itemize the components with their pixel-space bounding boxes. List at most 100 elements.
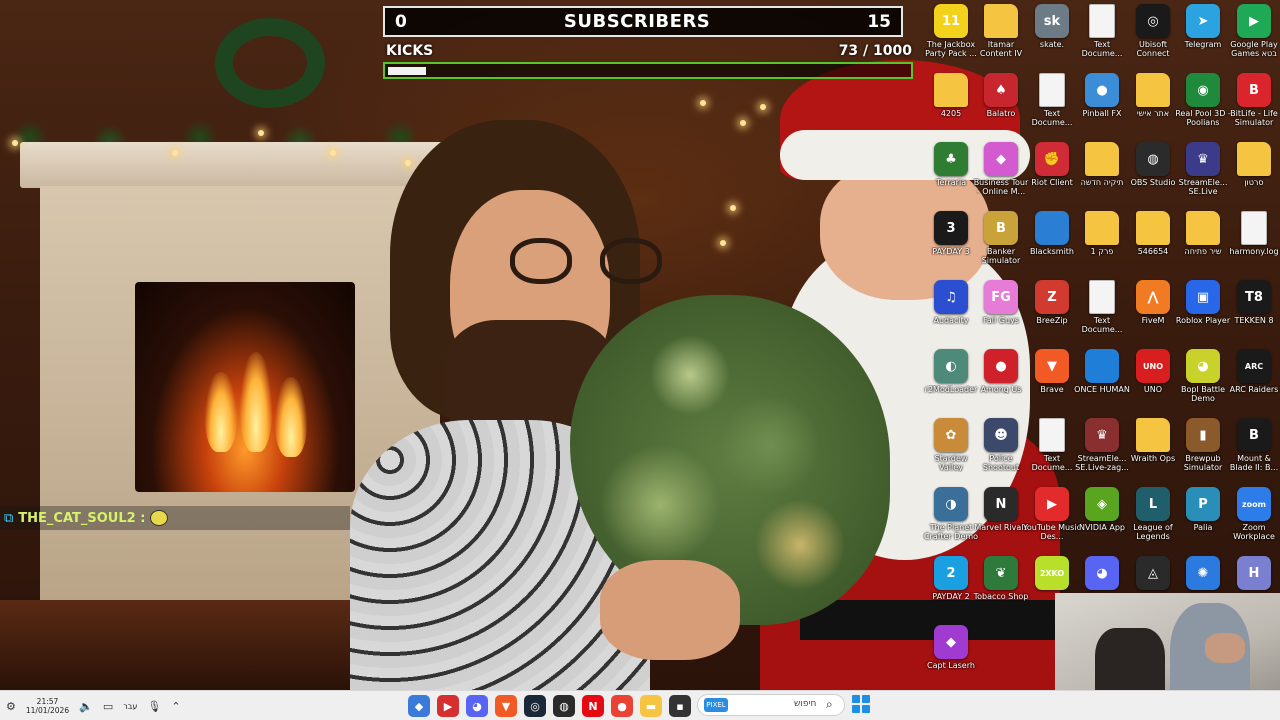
desktop-icon[interactable]: ♛ StreamEle... SE.Live-zag... <box>1075 416 1129 485</box>
chrome-icon[interactable]: ● <box>611 695 633 717</box>
language-indicator[interactable]: עבר <box>123 702 137 711</box>
desktop-icon[interactable]: ◈ NVIDIA App <box>1077 485 1127 554</box>
desktop-icon[interactable]: ☻ Police Shootout <box>976 416 1026 485</box>
file-explorer-icon[interactable]: ▬ <box>640 695 662 717</box>
desktop-icon[interactable]: ♛ StreamEle... SE.Live <box>1178 140 1228 209</box>
discord-icon[interactable]: ◕ <box>466 695 488 717</box>
start-button[interactable] <box>852 695 870 713</box>
desktop-icon[interactable]: N Marvel Rivals <box>974 485 1028 554</box>
desktop-icon-label: Balatro <box>986 109 1016 118</box>
settings-icon[interactable]: ⚙ <box>6 700 16 713</box>
kicks-current: 73 <box>838 43 859 59</box>
desktop-icon[interactable]: 4205 <box>926 71 976 140</box>
desktop-icon[interactable]: UNO UNO <box>1128 347 1178 416</box>
tekken-icon: T8 <box>1237 280 1271 314</box>
desktop-icon[interactable]: ● Pinball FX <box>1077 71 1127 140</box>
taskbar-search-input[interactable]: PIXEL חיפוש ⌕ <box>697 694 845 716</box>
desktop-icon[interactable]: FG Fall Guys <box>976 278 1026 347</box>
subscriber-goal-value: 15 <box>867 11 891 32</box>
desktop-icon-label: Roblox Player <box>1175 316 1231 325</box>
desktop-icon[interactable]: ♠ Balatro <box>976 71 1026 140</box>
desktop-icon[interactable]: 546654 <box>1128 209 1178 278</box>
search-highlight-icon: PIXEL <box>704 698 728 712</box>
desktop-icon[interactable]: B Mount & Blade II: B... <box>1229 416 1279 485</box>
app-icon: ✺ <box>1186 556 1220 590</box>
flame <box>275 377 307 457</box>
desktop-icon[interactable]: zoom Zoom Workplace <box>1229 485 1279 554</box>
desktop-icon[interactable]: ❦ Tobacco Shop <box>974 554 1028 623</box>
desktop-icon[interactable]: T8 TEKKEN 8 <box>1229 278 1279 347</box>
desktop-icon[interactable]: ◍ OBS Studio <box>1128 140 1178 209</box>
desktop-icon[interactable]: סרטון <box>1229 140 1279 209</box>
desktop-icon[interactable]: 1 פרק <box>1077 209 1127 278</box>
desktop-icon[interactable]: B Banker Simulator <box>976 209 1026 278</box>
desktop-icon[interactable]: תיקיה חדשה <box>1077 140 1127 209</box>
jackbox-icon: 11 <box>934 4 968 38</box>
desktop-icon[interactable]: ◐ r2ModLoader <box>925 347 977 416</box>
desktop-icon[interactable]: ◆ Business Tour - Online M... <box>974 140 1028 209</box>
desktop-icon[interactable]: ▶ YouTube Music Des... <box>1023 485 1081 554</box>
desktop-icon[interactable]: ◕ Bopl Battle Demo <box>1178 347 1228 416</box>
desktop-icon[interactable]: ✿ Stardew Valley <box>926 416 976 485</box>
desktop-icon[interactable]: Itamar Content IV <box>976 2 1026 71</box>
network-icon[interactable]: ▭ <box>103 700 113 713</box>
log-file-icon <box>1241 211 1267 245</box>
chevron-up-icon[interactable]: ⌃ <box>171 700 180 713</box>
desktop-icon[interactable]: ✊ Riot Client <box>1027 140 1077 209</box>
desktop-icon[interactable]: ▼ Brave <box>1027 347 1077 416</box>
desktop-icon-label: Police Shootout <box>982 454 1020 472</box>
desktop-icon[interactable]: 11 The Jackbox Party Pack ... <box>925 2 977 71</box>
desktop-icon[interactable]: ▶ Google Play Games בטא <box>1229 2 1279 71</box>
copilot-icon[interactable]: ◆ <box>408 695 430 717</box>
volume-icon[interactable]: 🔈 <box>79 700 93 713</box>
desktop-icon[interactable]: Wraith Ops <box>1128 416 1178 485</box>
desktop-icon-label: Palia <box>1193 523 1213 532</box>
desktop-icon[interactable]: ◎ Ubisoft Connect <box>1128 2 1178 71</box>
kicks-progress-bar <box>383 62 913 79</box>
desktop-icon[interactable]: 3 PAYDAY 3 <box>926 209 976 278</box>
steam-icon[interactable]: ◎ <box>524 695 546 717</box>
desktop-icon[interactable]: harmony.log <box>1229 209 1279 278</box>
media-player-icon[interactable]: ▶ <box>437 695 459 717</box>
desktop-icon[interactable]: ▮ Brewpub Simulator <box>1178 416 1228 485</box>
desktop-icon[interactable]: אתר אישי <box>1128 71 1178 140</box>
zoom-icon: zoom <box>1237 487 1271 521</box>
desktop-icon-label: NVIDIA App <box>1079 523 1125 532</box>
desktop-icon[interactable]: sk skate. <box>1027 2 1077 71</box>
obs-icon[interactable]: ◍ <box>553 695 575 717</box>
desktop-icon[interactable]: B BitLife - Life Simulator <box>1229 71 1279 140</box>
desktop-icon[interactable]: ♣ Terraria <box>926 140 976 209</box>
desktop-icon[interactable]: ⋀ FiveM <box>1128 278 1178 347</box>
desktop-icon[interactable]: L League of Legends <box>1128 485 1178 554</box>
desktop-icon[interactable]: P Palia <box>1178 485 1228 554</box>
folder-icon <box>1136 73 1170 107</box>
desktop-icon[interactable]: ♫ Audacity <box>926 278 976 347</box>
desktop-icon[interactable]: Z BreeZip <box>1027 278 1077 347</box>
desktop-icon[interactable]: שיר פתיחה <box>1178 209 1228 278</box>
desktop-icon-label: Brewpub Simulator <box>1183 454 1223 472</box>
microphone-icon[interactable]: 🎙 <box>147 700 161 713</box>
desktop-icon[interactable]: ➤ Telegram <box>1178 2 1228 71</box>
desktop-icon[interactable]: ◑ The Planet Crafter Demo <box>924 485 978 554</box>
terminal-icon[interactable]: ▪ <box>669 695 691 717</box>
taskbar: ⚙ 21:57 11/01/2026 🔈 ▭ עבר 🎙 ⌃ ◆ ▶ ◕ ▼ ◎ ◍ N ● ▬… <box>0 690 1280 720</box>
desktop-icon-label: 1 פרק <box>1090 247 1114 256</box>
brave-icon[interactable]: ▼ <box>495 695 517 717</box>
taskbar-clock[interactable]: 21:57 11/01/2026 <box>26 697 69 715</box>
desktop-icon[interactable]: Text Docume... <box>1077 2 1127 71</box>
desktop-icon[interactable]: ONCE HUMAN <box>1074 347 1130 416</box>
youtube-music-icon: ▶ <box>1035 487 1069 521</box>
desktop-icon[interactable]: ARC ARC Raiders <box>1229 347 1279 416</box>
desktop-icon[interactable]: Text Docume... <box>1027 416 1077 485</box>
desktop-icon[interactable]: ▣ Roblox Player <box>1176 278 1230 347</box>
desktop-icon-label: Bopl Battle Demo <box>1180 385 1226 403</box>
desktop-icon[interactable]: ◉ Real Pool 3D - Poolians <box>1175 71 1231 140</box>
bopl-battle-icon: ◕ <box>1186 349 1220 383</box>
desktop-icon[interactable]: Text Docume... <box>1077 278 1127 347</box>
desktop-icon[interactable]: ● Among Us <box>976 347 1026 416</box>
desktop-icon[interactable]: Text Docume... <box>1027 71 1077 140</box>
desktop-icon[interactable]: ◆ Capt Laserh <box>926 623 976 692</box>
netflix-icon[interactable]: N <box>582 695 604 717</box>
desktop-icon[interactable]: Blacksmith <box>1027 209 1077 278</box>
desktop-icon[interactable]: 2 PAYDAY 2 <box>926 554 976 623</box>
